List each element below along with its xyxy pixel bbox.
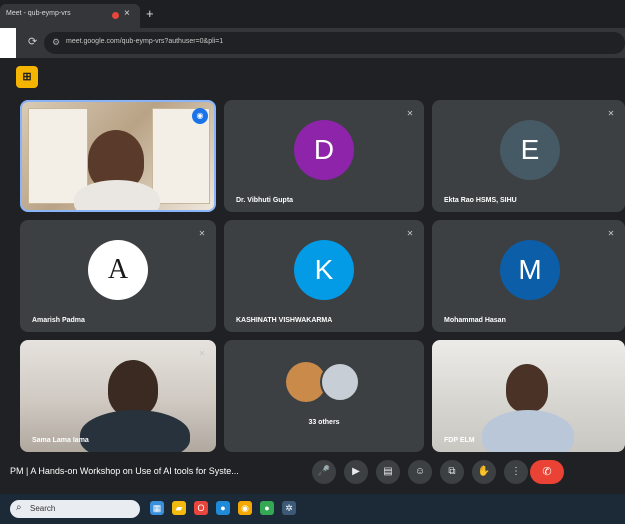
participant-name: Sama Lama Iama <box>32 437 89 444</box>
raise-hand-button[interactable]: ✋ <box>472 460 496 484</box>
office-icon[interactable]: O <box>194 501 208 515</box>
camera-button[interactable]: ▶ <box>344 460 368 484</box>
browser-toolbar: ⟳ ⚙ meet.google.com/qub-eymp-vrs?authuse… <box>0 28 625 58</box>
recording-indicator-icon <box>112 12 119 19</box>
present-screen-button[interactable]: ⧉ <box>440 460 464 484</box>
url-text: meet.google.com/qub-eymp-vrs?authuser=0&… <box>66 38 224 45</box>
more-options-button[interactable]: ⋮ <box>504 460 528 484</box>
meeting-title: PM | A Hands-on Workshop on Use of AI to… <box>10 466 239 476</box>
meet-control-bar: PM | A Hands-on Workshop on Use of AI to… <box>0 452 625 494</box>
edge-browser-icon[interactable]: ● <box>216 501 230 515</box>
speaking-indicator-icon: ◉ <box>192 108 208 124</box>
others-count: 33 others <box>308 419 340 426</box>
muted-icon: ✕ <box>198 349 206 358</box>
meet-logo-icon: ⊞ <box>16 66 38 88</box>
browser-chrome: Meet - qub-eymp-vrs × + ⟳ ⚙ meet.google.… <box>0 0 625 58</box>
participant-tile-6[interactable]: M ✕ Mohammad Hasan <box>432 220 625 332</box>
participant-video-body <box>482 410 574 452</box>
participant-video-person <box>108 360 158 416</box>
muted-icon: ✕ <box>406 229 414 238</box>
close-tab-icon[interactable]: × <box>124 8 130 19</box>
captions-button[interactable]: ▤ <box>376 460 400 484</box>
participant-name: Dr. Vibhuti Gupta <box>236 197 294 204</box>
address-bar[interactable]: ⚙ meet.google.com/qub-eymp-vrs?authuser=… <box>44 32 625 54</box>
participant-avatar: D <box>294 120 354 180</box>
app-icon-green[interactable]: ● <box>260 501 274 515</box>
reload-icon[interactable]: ⟳ <box>28 35 37 48</box>
muted-icon: ✕ <box>198 229 206 238</box>
participant-name: Amarish Padma <box>32 317 85 324</box>
participant-name: KASHINATH VISHWAKARMA <box>236 317 333 324</box>
participant-name: Mohammad Hasan <box>444 317 506 324</box>
search-icon: ⌕ <box>16 502 22 513</box>
browser-tab-meet[interactable]: Meet - qub-eymp-vrs × <box>0 4 140 28</box>
muted-icon: ✕ <box>607 109 615 118</box>
participant-tile-5[interactable]: K ✕ KASHINATH VISHWAKARMA <box>224 220 424 332</box>
site-info-icon[interactable]: ⚙ <box>52 37 60 48</box>
participant-video-body <box>74 180 160 210</box>
search-label: Search <box>30 504 56 513</box>
participant-avatar: K <box>294 240 354 300</box>
file-explorer-icon[interactable]: ▦ <box>150 501 164 515</box>
window-edge <box>0 28 16 58</box>
participant-tile-7[interactable]: ✕ Sama Lama Iama <box>20 340 216 452</box>
microphone-button[interactable]: 🎤 <box>312 460 336 484</box>
participant-video-body <box>80 410 190 452</box>
muted-icon: ✕ <box>607 229 615 238</box>
participant-avatar: M <box>500 240 560 300</box>
participant-tile-2[interactable]: D ✕ Dr. Vibhuti Gupta <box>224 100 424 212</box>
tab-strip: Meet - qub-eymp-vrs × + <box>0 0 625 28</box>
folder-icon[interactable]: ▰ <box>172 501 186 515</box>
others-avatar-2 <box>320 362 360 402</box>
participant-tile-others[interactable]: 33 others <box>224 340 424 452</box>
participant-tile-4[interactable]: A ✕ Amarish Padma <box>20 220 216 332</box>
participant-avatar-logo: A <box>88 240 148 300</box>
new-tab-button[interactable]: + <box>146 6 154 21</box>
meet-stage: ⊞ ◉ D ✕ Dr. Vibhuti Gupta E ✕ Ekta Rao H… <box>0 58 625 494</box>
participant-tile-1[interactable]: ◉ <box>20 100 216 212</box>
participant-name: Ekta Rao HSMS, SIHU <box>444 197 517 204</box>
chrome-browser-icon[interactable]: ◉ <box>238 501 252 515</box>
emoji-reaction-button[interactable]: ☺ <box>408 460 432 484</box>
settings-icon[interactable]: ✲ <box>282 501 296 515</box>
participant-tile-9[interactable]: FDP ELM <box>432 340 625 452</box>
participant-name: FDP ELM <box>444 437 475 444</box>
muted-icon: ✕ <box>406 109 414 118</box>
windows-taskbar: ⌕ Search ▦ ▰ O ● ◉ ● ✲ <box>0 494 625 524</box>
end-call-button[interactable]: ✆ <box>530 460 564 484</box>
participant-avatar: E <box>500 120 560 180</box>
taskbar-search-box[interactable]: ⌕ Search <box>10 500 140 518</box>
participant-tile-3[interactable]: E ✕ Ekta Rao HSMS, SIHU <box>432 100 625 212</box>
participant-video-person <box>506 364 548 412</box>
tab-title: Meet - qub-eymp-vrs <box>6 10 71 17</box>
